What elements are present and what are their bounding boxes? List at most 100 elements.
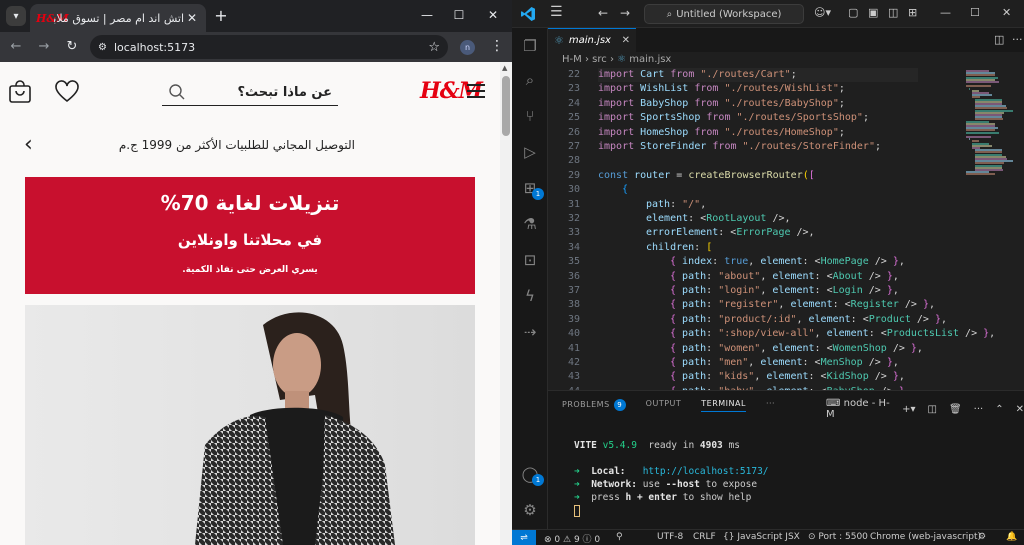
remote-indicator-icon[interactable]: ⇌ [512,530,536,545]
toggle-secondary-sidebar-icon[interactable]: ◫ [888,6,898,19]
vs-maximize-button[interactable]: ☐ [970,6,980,19]
code-line[interactable]: 33 errorElement: <ErrorPage />, [548,226,958,240]
line-number[interactable]: 27 [548,140,580,154]
code-line[interactable]: 43{ path: "kids", element: <KidShop /> }… [548,370,958,384]
hero-image[interactable] [25,305,475,545]
search-icon[interactable]: ⌕ [520,70,540,90]
minimize-button[interactable]: — [420,8,434,22]
encoding-status[interactable]: UTF-8 [657,532,683,542]
line-number[interactable]: 32 [548,212,580,226]
code-line[interactable]: 25 import SportsShop from "./routes/Sport… [548,111,958,125]
line-number[interactable]: 43 [548,370,580,384]
page-scrollbar[interactable]: ▲ [500,62,512,545]
line-number[interactable]: 26 [548,126,580,140]
remote-explorer-icon[interactable]: ⊡ [520,250,540,270]
breadcrumb-item[interactable]: H-M [562,54,582,65]
line-number[interactable]: 36 [548,270,580,284]
code-line[interactable]: 26 import HomeShop from "./routes/HomeSho… [548,126,958,140]
scroll-up-icon[interactable]: ▲ [502,64,507,72]
back-button[interactable]: ← [8,39,24,54]
line-number[interactable]: 33 [548,226,580,240]
line-number[interactable]: 42 [548,356,580,370]
tab-close-icon[interactable]: ✕ [184,11,200,25]
nav-forward-icon[interactable]: → [620,6,630,20]
tab-problems[interactable]: PROBLEMS 9 [562,399,626,412]
line-number[interactable]: 37 [548,284,580,298]
tab-terminal[interactable]: TERMINAL [701,399,746,412]
line-number[interactable]: 29 [548,169,580,183]
testing-icon[interactable]: ⚗ [520,214,540,234]
code-line[interactable]: 39 { path: "product/:id", element: <Produ… [548,313,958,327]
site-info-icon[interactable]: ⚙ [98,42,114,53]
code-line[interactable]: 34 children: [ [548,241,958,255]
wishlist-heart-icon[interactable] [54,79,80,105]
line-number[interactable]: 23 [548,82,580,96]
explorer-icon[interactable]: ❐ [520,36,540,56]
line-number[interactable]: 38 [548,298,580,312]
line-number[interactable]: 40 [548,327,580,341]
close-window-button[interactable]: ✕ [486,8,500,22]
line-number[interactable]: 35 [548,255,580,269]
tab-output[interactable]: OUTPUT [646,399,682,412]
code-line[interactable]: 37{ path: "login", element: <Login /> }, [548,284,958,298]
maximize-panel-icon[interactable]: ⌃ [995,404,1003,415]
forward-button[interactable]: → [36,39,52,54]
tab-close-icon[interactable]: ✕ [622,35,630,46]
address-bar[interactable]: ⚙ localhost:5173 ☆ [90,35,448,59]
live-server-status[interactable]: ⊙ Port : 5500 [808,532,868,542]
source-control-icon[interactable]: ⑂ [520,106,540,126]
code-line[interactable]: 36{ path: "about", element: <About /> }, [548,270,958,284]
minimap[interactable] [966,68,1022,390]
code-line[interactable]: 30 { [548,183,958,197]
browser-menu-icon[interactable]: ⋮ [490,38,504,54]
line-number[interactable]: 34 [548,241,580,255]
terminal-selector[interactable]: ⌨ node - H-M [826,398,890,420]
code-editor[interactable]: 22 import Cart from "./routes/Cart"; 23 imp… [548,68,1024,390]
line-number[interactable]: 30 [548,183,580,197]
local-url[interactable]: http://localhost:5173/ [643,466,769,477]
settings-gear-icon[interactable]: ⚙ [520,500,540,520]
terminal-output[interactable]: VITE v5.4.9 ready in 4903 ms ➜ Local: ht… [574,439,769,517]
code-line[interactable]: 24 import BabyShop from "./routes/BabySho… [548,97,958,111]
bookmark-star-icon[interactable]: ☆ [428,40,440,55]
line-number[interactable]: 22 [548,68,580,82]
line-number[interactable]: 28 [548,154,580,168]
nav-back-icon[interactable]: ← [598,6,608,20]
run-debug-icon[interactable]: ▷ [520,142,540,162]
code-line[interactable]: 27 import StoreFinder from "./routes/Stor… [548,140,958,154]
code-line[interactable]: 32 element: <RootLayout />, [548,212,958,226]
debug-profile-status[interactable]: Chrome (web-javascript) [870,532,981,542]
chevron-left-icon[interactable]: ‹ [24,132,33,157]
copilot-icon[interactable]: ☺▾ [814,6,831,19]
split-terminal-icon[interactable]: ◫ [928,404,937,415]
line-number[interactable]: 41 [548,342,580,356]
code-line[interactable]: 23 import WishList from "./routes/WishLis… [548,82,958,96]
thunder-client-icon[interactable]: ϟ [520,286,540,306]
new-tab-button[interactable]: + [212,6,230,25]
code-line[interactable]: 40 { path: ":shop/view-all", element: <Pr… [548,327,995,341]
eol-status[interactable]: CRLF [693,532,716,542]
command-center[interactable]: ⌕ Untitled (Workspace) [644,4,804,24]
problems-status[interactable]: ⊗ 0 ⚠ 9 ⓘ 0 [544,532,600,545]
shopping-bag-icon[interactable] [8,80,32,104]
prettier-icon[interactable]: ⚙ [978,532,986,542]
hm-search-box[interactable]: عن ماذا تبحث؟ [162,80,338,106]
hamburger-menu-icon[interactable] [467,84,485,98]
split-editor-icon[interactable]: ◫ [994,33,1004,46]
code-line[interactable]: 35{ index: true, element: <HomePage /> }… [548,255,958,269]
ports-icon[interactable]: ⚲ [616,532,623,542]
maximize-button[interactable]: ☐ [452,8,466,22]
panel-more-icon[interactable]: ··· [766,399,775,412]
breadcrumb-item[interactable]: main.jsx [629,54,671,65]
code-line[interactable]: 38 { path: "register", element: <Register… [548,298,958,312]
vs-close-button[interactable]: ✕ [1002,6,1011,19]
code-line[interactable]: 29 const router = createBrowserRouter([ [548,169,958,183]
editor-tab-main-jsx[interactable]: ⚛ main.jsx ✕ [548,28,636,52]
code-line[interactable]: 42{ path: "men", element: <MenShop /> }, [548,356,958,370]
profile-avatar[interactable]: n [460,40,475,55]
line-number[interactable]: 24 [548,97,580,111]
vs-minimize-button[interactable]: — [940,6,951,19]
notifications-bell-icon[interactable]: 🔔 [1006,532,1017,542]
toggle-sidebar-icon[interactable]: ▢ [848,6,858,19]
tab-search-button[interactable]: ▾ [6,6,26,26]
